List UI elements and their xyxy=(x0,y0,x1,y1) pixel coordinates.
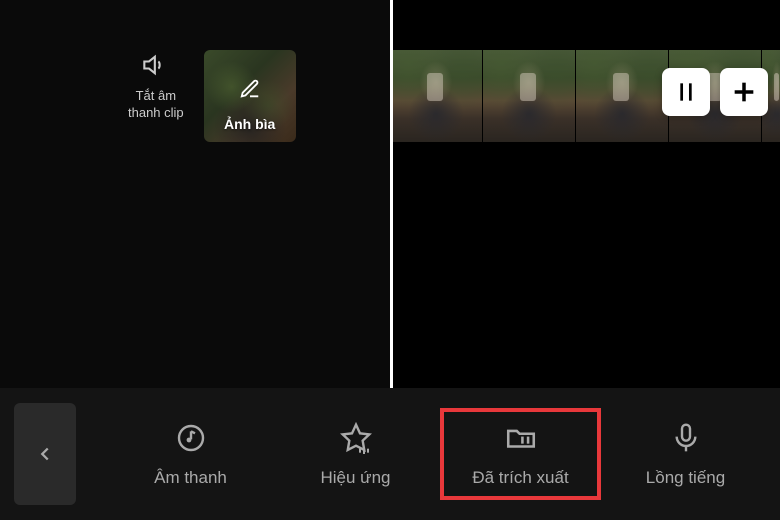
back-button[interactable] xyxy=(14,403,76,505)
folder-icon xyxy=(503,420,539,456)
edit-icon xyxy=(239,78,261,105)
mute-icon xyxy=(141,50,171,80)
tool-label: Lồng tiếng xyxy=(646,468,725,488)
tool-effects[interactable]: Hiệu ứng xyxy=(275,408,436,500)
microphone-icon xyxy=(668,420,704,456)
timeline-area[interactable] xyxy=(390,0,780,388)
cover-label: Ảnh bìa xyxy=(204,116,296,132)
tool-label: Đã trích xuất xyxy=(472,468,568,488)
editor-area: Tắt âm thanh clip Ảnh bìa xyxy=(0,0,780,388)
mute-clip-button[interactable]: Tắt âm thanh clip xyxy=(128,50,184,142)
left-panel: Tắt âm thanh clip Ảnh bìa xyxy=(0,0,390,388)
clip-frame[interactable] xyxy=(483,50,575,142)
tool-label: Hiệu ứng xyxy=(321,468,391,488)
cover-thumbnail[interactable]: Ảnh bìa xyxy=(204,50,296,142)
bottom-toolbar: Âm thanh Hiệu ứng Đã trích xuất xyxy=(0,388,780,520)
trim-end-button[interactable] xyxy=(662,68,710,116)
tool-audio[interactable]: Âm thanh xyxy=(110,408,271,500)
star-icon xyxy=(338,420,374,456)
tool-extracted[interactable]: Đã trích xuất xyxy=(440,408,601,500)
add-clip-button[interactable] xyxy=(720,68,768,116)
clip-frame[interactable] xyxy=(390,50,482,142)
tool-label: Âm thanh xyxy=(154,468,227,488)
mute-label: Tắt âm thanh clip xyxy=(128,88,184,122)
tool-voiceover[interactable]: Lồng tiếng xyxy=(605,408,766,500)
music-note-icon xyxy=(173,420,209,456)
clip-frame[interactable] xyxy=(576,50,668,142)
playhead[interactable] xyxy=(390,0,393,388)
